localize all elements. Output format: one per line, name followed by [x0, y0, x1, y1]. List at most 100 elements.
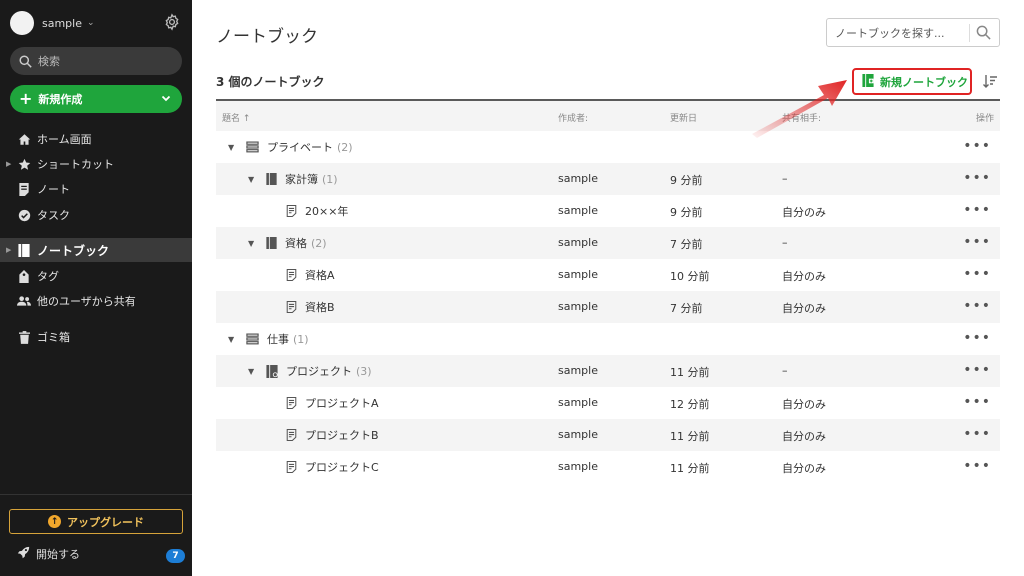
gear-icon[interactable] [163, 13, 181, 31]
note-icon [17, 182, 31, 196]
more-icon[interactable]: ••• [963, 458, 991, 474]
expand-toggle-icon[interactable]: ▼ [248, 175, 258, 184]
sidebar-item-tasks[interactable]: タスク [0, 203, 192, 227]
table-row[interactable]: ▼ 仕事 (1) ••• [216, 323, 1000, 355]
rocket-icon [17, 546, 30, 562]
arrow-up-icon: ↑ [48, 515, 61, 528]
table-row[interactable]: ▼ 家計簿 (1) sample 9 分前 – ••• [216, 163, 1000, 195]
header-creator[interactable]: 作成者: [558, 111, 588, 124]
row-shared: 自分のみ [782, 206, 826, 219]
row-updated: 11 分前 [670, 462, 710, 475]
row-title[interactable]: プライベート [267, 139, 333, 155]
caret-right-icon[interactable]: ▶ [6, 246, 11, 254]
row-shared: 自分のみ [782, 430, 826, 443]
row-title[interactable]: プロジェクトB [305, 427, 379, 443]
notebook-icon [266, 237, 277, 249]
row-shared: 自分のみ [782, 462, 826, 475]
row-creator: sample [558, 236, 598, 249]
sidebar-item-shared[interactable]: 他のユーザから共有 [0, 289, 192, 313]
row-shared: – [782, 364, 788, 377]
sidebar-item-home[interactable]: ホーム画面 [0, 127, 192, 151]
account-switcher[interactable]: sample ⌄ [10, 10, 95, 36]
sidebar-item-trash[interactable]: ゴミ箱 [0, 325, 192, 349]
more-icon[interactable]: ••• [963, 234, 991, 250]
sidebar-item-shortcuts[interactable]: ▶ ショートカット [0, 152, 192, 176]
row-creator: sample [558, 172, 598, 185]
main-panel: ノートブック ノートブックを探す... 3 個のノートブック 新規ノートブック … [192, 0, 1024, 576]
table-row[interactable]: ▼ プライベート (2) ••• [216, 131, 1000, 163]
notebook-search-input[interactable]: ノートブックを探す... [826, 18, 1000, 47]
row-count: (2) [337, 140, 353, 154]
notebook-icon [17, 243, 31, 257]
chevron-down-icon[interactable] [160, 92, 172, 104]
expand-toggle-icon[interactable]: ▼ [248, 367, 258, 376]
more-icon[interactable]: ••• [963, 170, 991, 186]
expand-toggle-icon[interactable]: ▼ [248, 239, 258, 248]
sidebar-item-label: タスク [37, 209, 70, 222]
search-placeholder: 検索 [38, 55, 60, 68]
row-title[interactable]: プロジェクト [286, 363, 352, 379]
table-row[interactable]: 資格A sample 10 分前 自分のみ ••• [216, 259, 1000, 291]
row-shared: – [782, 236, 788, 249]
row-title[interactable]: 仕事 [267, 331, 289, 347]
sort-icon[interactable] [982, 73, 998, 89]
table-row[interactable]: ▼ 資格 (2) sample 7 分前 – ••• [216, 227, 1000, 259]
getting-started-item[interactable]: 開始する [17, 546, 80, 562]
stack-icon [246, 141, 259, 153]
row-title[interactable]: プロジェクトA [305, 395, 379, 411]
row-count: (2) [311, 236, 327, 250]
row-title[interactable]: プロジェクトC [305, 459, 379, 475]
search-input[interactable]: 検索 [10, 47, 182, 75]
page-title: ノートブック [216, 27, 318, 47]
row-title[interactable]: 家計簿 [285, 171, 318, 187]
new-button[interactable]: + 新規作成 [10, 85, 182, 113]
row-title[interactable]: 20××年 [305, 203, 348, 219]
more-icon[interactable]: ••• [963, 202, 991, 218]
more-icon[interactable]: ••• [963, 394, 991, 410]
row-shared: 自分のみ [782, 302, 826, 315]
more-icon[interactable]: ••• [963, 266, 991, 282]
sidebar-item-notes[interactable]: ノート [0, 177, 192, 201]
more-icon[interactable]: ••• [963, 426, 991, 442]
sidebar-item-label: 他のユーザから共有 [37, 295, 136, 308]
more-icon[interactable]: ••• [963, 362, 991, 378]
sidebar-item-notebooks[interactable]: ▶ ノートブック [0, 238, 192, 262]
table-row[interactable]: 資格B sample 7 分前 自分のみ ••• [216, 291, 1000, 323]
row-title[interactable]: 資格 [285, 235, 307, 251]
search-icon[interactable] [976, 25, 991, 40]
row-updated: 9 分前 [670, 206, 703, 219]
more-icon[interactable]: ••• [963, 330, 991, 346]
upgrade-button[interactable]: ↑ アップグレード [9, 509, 183, 534]
row-name: ▼ プライベート (2) [228, 131, 353, 163]
sidebar-item-label: タグ [37, 270, 59, 283]
row-name: ▼ プロジェクト (3) [248, 355, 372, 387]
table-row[interactable]: プロジェクトA sample 12 分前 自分のみ ••• [216, 387, 1000, 419]
row-name: 資格A [286, 259, 335, 291]
table-row[interactable]: ▼ プロジェクト (3) sample 11 分前 – ••• [216, 355, 1000, 387]
new-notebook-button[interactable]: 新規ノートブック [852, 68, 972, 95]
new-notebook-icon [862, 73, 874, 90]
note-icon [286, 205, 297, 217]
sidebar-item-tags[interactable]: タグ [0, 264, 192, 288]
header-updated[interactable]: 更新日 [670, 111, 697, 124]
row-creator: sample [558, 460, 598, 473]
new-button-label: 新規作成 [38, 93, 83, 106]
expand-toggle-icon[interactable]: ▼ [228, 143, 238, 152]
sidebar-item-label: ノート [37, 183, 70, 196]
caret-right-icon[interactable]: ▶ [6, 160, 11, 168]
row-title[interactable]: 資格B [305, 299, 335, 315]
row-name: プロジェクトC [286, 451, 379, 483]
header-title[interactable]: 題名 ↑ [222, 111, 250, 124]
more-icon[interactable]: ••• [963, 298, 991, 314]
table-row[interactable]: プロジェクトB sample 11 分前 自分のみ ••• [216, 419, 1000, 451]
expand-toggle-icon[interactable]: ▼ [228, 335, 238, 344]
trash-icon [17, 330, 31, 344]
more-icon[interactable]: ••• [963, 138, 991, 154]
row-creator: sample [558, 364, 598, 377]
header-shared[interactable]: 共有相手: [782, 111, 821, 124]
tag-icon [17, 269, 31, 283]
row-updated: 10 分前 [670, 270, 710, 283]
table-row[interactable]: プロジェクトC sample 11 分前 自分のみ ••• [216, 451, 1000, 483]
row-title[interactable]: 資格A [305, 267, 335, 283]
table-row[interactable]: 20××年 sample 9 分前 自分のみ ••• [216, 195, 1000, 227]
